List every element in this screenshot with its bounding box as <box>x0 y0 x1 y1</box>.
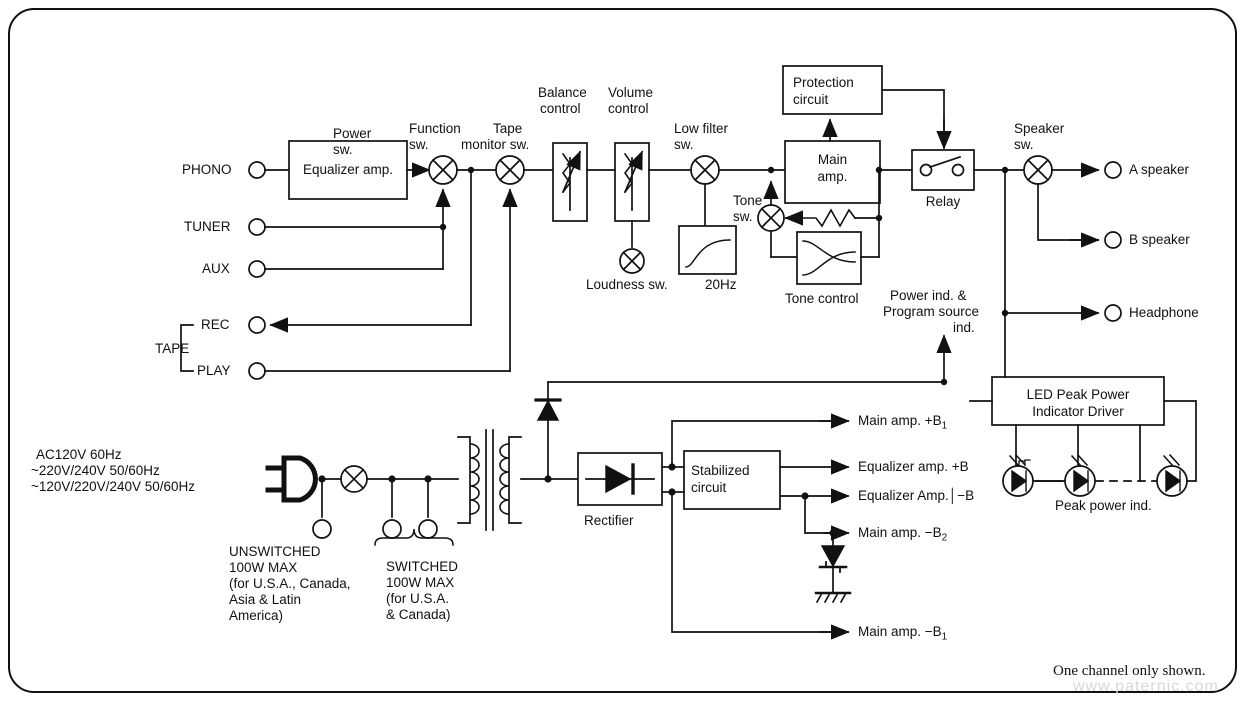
label-tuner: TUNER <box>184 219 231 234</box>
label-equalizer-amp: Equalizer amp. <box>302 162 394 177</box>
label-tone-sw-l1: Tone <box>733 193 763 208</box>
label-low-filter-l1: Low filter <box>674 121 729 136</box>
label-switched-0: SWITCHED <box>386 559 458 574</box>
led-peak-1 <box>1002 453 1034 497</box>
label-balance-l1: Balance <box>538 85 587 100</box>
label-low-filter-l2: sw. <box>674 137 694 152</box>
label-b-speaker: B speaker <box>1129 232 1190 247</box>
transformer-symbol <box>457 429 522 531</box>
label-led-driver-l2: Indicator Driver <box>1032 404 1124 419</box>
outlet-switched-2 <box>418 519 438 539</box>
led-peak-2 <box>1064 453 1096 497</box>
terminal-tape-rec <box>248 316 266 334</box>
label-stabilized-l2: circuit <box>691 480 727 495</box>
label-tape-rec: REC <box>201 317 230 332</box>
diode-symbol <box>534 398 562 421</box>
terminal-aux <box>248 260 266 278</box>
label-speaker-sw-l2: sw. <box>1014 137 1034 152</box>
label-a-speaker: A speaker <box>1129 162 1190 177</box>
terminal-a-speaker <box>1104 161 1122 179</box>
rail-main-amp-minus-b2: Main amp. −B2 <box>858 525 948 544</box>
terminal-tape-play <box>248 362 266 380</box>
label-rectifier: Rectifier <box>584 513 634 528</box>
outlet-switched-1 <box>382 519 402 539</box>
label-switched-3: & Canada) <box>386 607 451 622</box>
terminal-b-speaker <box>1104 231 1122 249</box>
block-tone-control <box>796 231 862 285</box>
label-led-driver-l1: LED Peak Power <box>1026 387 1130 402</box>
label-tape-monitor-l2: monitor sw. <box>461 137 530 152</box>
label-peak-power-ind: Peak power ind. <box>1055 498 1152 513</box>
label-aux: AUX <box>202 261 230 276</box>
label-tape-group: TAPE <box>155 341 190 356</box>
led-peak-n <box>1156 453 1188 497</box>
label-main-amp-l1: Main <box>817 152 848 167</box>
label-power-sw-l2: sw. <box>333 142 353 157</box>
label-tone-sw-l2: sw. <box>733 209 753 224</box>
outlet-unswitched <box>312 519 332 539</box>
label-unswitched-4: America) <box>229 608 284 623</box>
label-headphone: Headphone <box>1129 305 1199 320</box>
label-volume-l1: Volume <box>608 85 654 100</box>
label-speaker-sw-l1: Speaker <box>1014 121 1065 136</box>
label-power-sw-l1: Power <box>333 126 372 141</box>
label-indicator-l3: ind. <box>953 320 975 335</box>
terminal-headphone <box>1104 304 1122 322</box>
watermark: www.paternic.com <box>1073 678 1219 695</box>
rail-main-amp-plus-b1: Main amp. +B1 <box>858 413 948 432</box>
label-unswitched-1: 100W MAX <box>229 560 298 575</box>
rail-equalizer-amp-minus-b: Equalizer Amp.│−B <box>858 488 975 503</box>
label-switched-2: (for U.S.A. <box>386 591 450 606</box>
ground-symbol <box>814 591 852 604</box>
label-loudness-sw: Loudness sw. <box>586 277 668 292</box>
label-tone-control: Tone control <box>785 291 859 306</box>
label-stabilized-l1: Stabilized <box>691 463 750 478</box>
label-protection-l2: circuit <box>793 92 829 107</box>
label-function-sw-l2: sw. <box>409 137 429 152</box>
label-unswitched-0: UNSWITCHED <box>229 544 321 559</box>
terminal-phono <box>248 161 266 179</box>
label-voltage-l3: ~120V/220V/240V 50/60Hz <box>31 479 196 494</box>
label-volume-l2: control <box>608 101 649 116</box>
label-main-amp-l2: amp. <box>817 169 848 184</box>
label-switched-1: 100W MAX <box>386 575 455 590</box>
label-voltage-l2: ~220V/240V 50/60Hz <box>31 463 160 478</box>
label-indicator-l1: Power ind. & <box>890 288 967 303</box>
label-unswitched-3: Asia & Latin <box>229 592 302 607</box>
rail-main-amp-minus-b1: Main amp. −B1 <box>858 624 948 643</box>
label-relay: Relay <box>925 194 961 209</box>
rail-equalizer-amp-plus-b: Equalizer amp. +B <box>858 459 969 474</box>
label-indicator-l2: Program source <box>883 304 980 319</box>
label-protection-l1: Protection <box>793 75 854 90</box>
label-balance-l2: control <box>540 101 581 116</box>
label-phono: PHONO <box>182 162 232 177</box>
label-voltage-l1: AC120V 60Hz <box>36 447 122 462</box>
label-unswitched-2: (for U.S.A., Canada, <box>229 576 351 591</box>
label-tape-play: PLAY <box>197 363 231 378</box>
diagram-canvas: PHONO TUNER AUX TAPE REC PLAY Equalizer … <box>0 0 1247 703</box>
label-function-sw-l1: Function <box>409 121 461 136</box>
terminal-tuner <box>248 218 266 236</box>
label-low-filter-freq: 20Hz <box>705 277 737 292</box>
label-tape-monitor-l1: Tape <box>493 121 523 136</box>
